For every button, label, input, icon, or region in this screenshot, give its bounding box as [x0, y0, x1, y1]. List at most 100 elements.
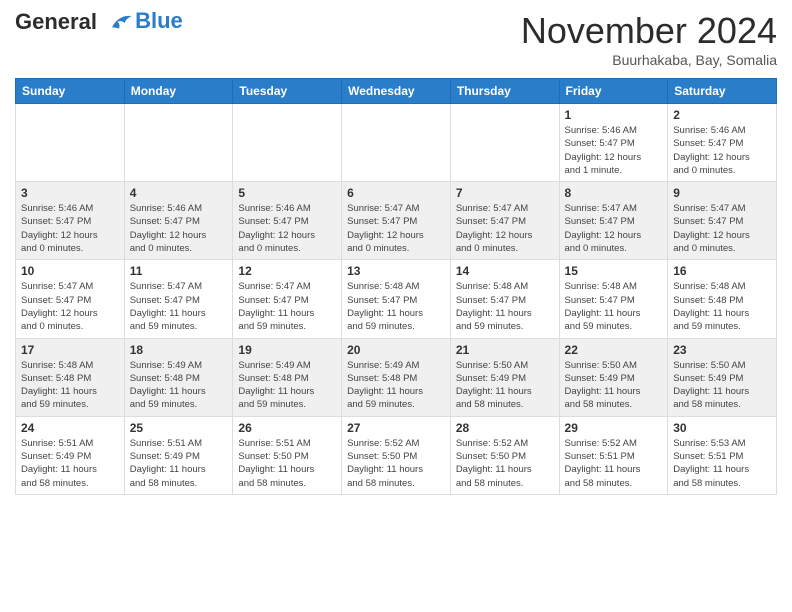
day-number: 21	[456, 343, 554, 357]
day-number: 10	[21, 264, 119, 278]
day-number: 16	[673, 264, 771, 278]
title-block: November 2024 Buurhakaba, Bay, Somalia	[521, 10, 777, 68]
day-number: 5	[238, 186, 336, 200]
calendar-week-5: 24 Sunrise: 5:51 AM Sunset: 5:49 PM Dayli…	[16, 416, 777, 494]
calendar-cell	[16, 104, 125, 182]
day-info: Sunrise: 5:46 AM Sunset: 5:47 PM Dayligh…	[21, 202, 119, 255]
day-info: Sunrise: 5:48 AM Sunset: 5:47 PM Dayligh…	[347, 280, 445, 333]
calendar-cell: 14 Sunrise: 5:48 AM Sunset: 5:47 PM Dayli…	[450, 260, 559, 338]
day-info: Sunrise: 5:51 AM Sunset: 5:50 PM Dayligh…	[238, 437, 336, 490]
day-info: Sunrise: 5:49 AM Sunset: 5:48 PM Dayligh…	[130, 359, 228, 412]
calendar-cell	[450, 104, 559, 182]
day-number: 12	[238, 264, 336, 278]
day-number: 30	[673, 421, 771, 435]
day-info: Sunrise: 5:47 AM Sunset: 5:47 PM Dayligh…	[21, 280, 119, 333]
day-number: 11	[130, 264, 228, 278]
calendar-week-2: 3 Sunrise: 5:46 AM Sunset: 5:47 PM Daylig…	[16, 182, 777, 260]
day-number: 18	[130, 343, 228, 357]
day-number: 1	[565, 108, 663, 122]
logo-general: General	[15, 9, 97, 34]
calendar-cell: 19 Sunrise: 5:49 AM Sunset: 5:48 PM Dayli…	[233, 338, 342, 416]
day-info: Sunrise: 5:47 AM Sunset: 5:47 PM Dayligh…	[673, 202, 771, 255]
day-info: Sunrise: 5:49 AM Sunset: 5:48 PM Dayligh…	[347, 359, 445, 412]
calendar-cell: 4 Sunrise: 5:46 AM Sunset: 5:47 PM Daylig…	[124, 182, 233, 260]
day-info: Sunrise: 5:48 AM Sunset: 5:47 PM Dayligh…	[456, 280, 554, 333]
day-number: 28	[456, 421, 554, 435]
day-info: Sunrise: 5:50 AM Sunset: 5:49 PM Dayligh…	[673, 359, 771, 412]
day-number: 15	[565, 264, 663, 278]
calendar-cell: 15 Sunrise: 5:48 AM Sunset: 5:47 PM Dayli…	[559, 260, 668, 338]
logo-blue: Blue	[135, 8, 183, 34]
logo: General Blue	[15, 10, 183, 34]
day-number: 24	[21, 421, 119, 435]
day-number: 8	[565, 186, 663, 200]
day-info: Sunrise: 5:53 AM Sunset: 5:51 PM Dayligh…	[673, 437, 771, 490]
calendar-cell: 27 Sunrise: 5:52 AM Sunset: 5:50 PM Dayli…	[342, 416, 451, 494]
calendar-cell: 13Sunrise: 5:48 AM Sunset: 5:47 PM Dayli…	[342, 260, 451, 338]
calendar-cell: 9 Sunrise: 5:47 AM Sunset: 5:47 PM Daylig…	[668, 182, 777, 260]
calendar-cell: 17 Sunrise: 5:48 AM Sunset: 5:48 PM Dayli…	[16, 338, 125, 416]
day-info: Sunrise: 5:50 AM Sunset: 5:49 PM Dayligh…	[456, 359, 554, 412]
day-number: 26	[238, 421, 336, 435]
day-info: Sunrise: 5:47 AM Sunset: 5:47 PM Dayligh…	[238, 280, 336, 333]
day-number: 14	[456, 264, 554, 278]
weekday-header-monday: Monday	[124, 79, 233, 104]
calendar-week-3: 10 Sunrise: 5:47 AM Sunset: 5:47 PM Dayli…	[16, 260, 777, 338]
day-number: 9	[673, 186, 771, 200]
day-info: Sunrise: 5:48 AM Sunset: 5:47 PM Dayligh…	[565, 280, 663, 333]
calendar-cell	[124, 104, 233, 182]
day-info: Sunrise: 5:49 AM Sunset: 5:48 PM Dayligh…	[238, 359, 336, 412]
header: General Blue November 2024 Buurhakaba, B…	[15, 10, 777, 68]
day-number: 23	[673, 343, 771, 357]
day-number: 20	[347, 343, 445, 357]
calendar-cell: 11 Sunrise: 5:47 AM Sunset: 5:47 PM Dayli…	[124, 260, 233, 338]
day-info: Sunrise: 5:50 AM Sunset: 5:49 PM Dayligh…	[565, 359, 663, 412]
calendar-cell: 2Sunrise: 5:46 AM Sunset: 5:47 PM Daylig…	[668, 104, 777, 182]
calendar-cell: 26 Sunrise: 5:51 AM Sunset: 5:50 PM Dayli…	[233, 416, 342, 494]
calendar-cell: 3 Sunrise: 5:46 AM Sunset: 5:47 PM Daylig…	[16, 182, 125, 260]
calendar-table: SundayMondayTuesdayWednesdayThursdayFrid…	[15, 78, 777, 495]
day-info: Sunrise: 5:52 AM Sunset: 5:51 PM Dayligh…	[565, 437, 663, 490]
day-number: 27	[347, 421, 445, 435]
day-info: Sunrise: 5:47 AM Sunset: 5:47 PM Dayligh…	[130, 280, 228, 333]
month-title: November 2024	[521, 10, 777, 52]
weekday-header-tuesday: Tuesday	[233, 79, 342, 104]
calendar-week-1: 1 Sunrise: 5:46 AM Sunset: 5:47 PM Daylig…	[16, 104, 777, 182]
day-number: 17	[21, 343, 119, 357]
calendar-cell: 7 Sunrise: 5:47 AM Sunset: 5:47 PM Daylig…	[450, 182, 559, 260]
day-number: 19	[238, 343, 336, 357]
day-number: 4	[130, 186, 228, 200]
calendar-cell: 24 Sunrise: 5:51 AM Sunset: 5:49 PM Dayli…	[16, 416, 125, 494]
weekday-header-thursday: Thursday	[450, 79, 559, 104]
calendar-cell: 28 Sunrise: 5:52 AM Sunset: 5:50 PM Dayli…	[450, 416, 559, 494]
day-info: Sunrise: 5:51 AM Sunset: 5:49 PM Dayligh…	[130, 437, 228, 490]
day-number: 7	[456, 186, 554, 200]
day-number: 3	[21, 186, 119, 200]
day-info: Sunrise: 5:51 AM Sunset: 5:49 PM Dayligh…	[21, 437, 119, 490]
weekday-header-row: SundayMondayTuesdayWednesdayThursdayFrid…	[16, 79, 777, 104]
day-info: Sunrise: 5:47 AM Sunset: 5:47 PM Dayligh…	[347, 202, 445, 255]
calendar-cell: 12 Sunrise: 5:47 AM Sunset: 5:47 PM Dayli…	[233, 260, 342, 338]
weekday-header-saturday: Saturday	[668, 79, 777, 104]
calendar-cell: 8Sunrise: 5:47 AM Sunset: 5:47 PM Daylig…	[559, 182, 668, 260]
logo-bird-icon	[105, 13, 133, 33]
day-info: Sunrise: 5:48 AM Sunset: 5:48 PM Dayligh…	[21, 359, 119, 412]
calendar-cell: 5 Sunrise: 5:46 AM Sunset: 5:47 PM Daylig…	[233, 182, 342, 260]
calendar-cell: 6 Sunrise: 5:47 AM Sunset: 5:47 PM Daylig…	[342, 182, 451, 260]
calendar-cell: 22Sunrise: 5:50 AM Sunset: 5:49 PM Dayli…	[559, 338, 668, 416]
day-info: Sunrise: 5:52 AM Sunset: 5:50 PM Dayligh…	[456, 437, 554, 490]
day-info: Sunrise: 5:46 AM Sunset: 5:47 PM Dayligh…	[673, 124, 771, 177]
calendar-cell: 18 Sunrise: 5:49 AM Sunset: 5:48 PM Dayli…	[124, 338, 233, 416]
calendar-cell: 1Sunrise: 5:46 AM Sunset: 5:47 PM Daylig…	[559, 104, 668, 182]
page-container: General Blue November 2024 Buurhakaba, B…	[0, 0, 792, 505]
calendar-cell: 30 Sunrise: 5:53 AM Sunset: 5:51 PM Dayli…	[668, 416, 777, 494]
day-info: Sunrise: 5:47 AM Sunset: 5:47 PM Dayligh…	[456, 202, 554, 255]
day-info: Sunrise: 5:52 AM Sunset: 5:50 PM Dayligh…	[347, 437, 445, 490]
day-info: Sunrise: 5:46 AM Sunset: 5:47 PM Dayligh…	[238, 202, 336, 255]
calendar-cell: 16Sunrise: 5:48 AM Sunset: 5:48 PM Dayli…	[668, 260, 777, 338]
day-info: Sunrise: 5:46 AM Sunset: 5:47 PM Dayligh…	[130, 202, 228, 255]
day-number: 6	[347, 186, 445, 200]
calendar-cell: 25Sunrise: 5:51 AM Sunset: 5:49 PM Dayli…	[124, 416, 233, 494]
calendar-cell: 21 Sunrise: 5:50 AM Sunset: 5:49 PM Dayli…	[450, 338, 559, 416]
weekday-header-wednesday: Wednesday	[342, 79, 451, 104]
